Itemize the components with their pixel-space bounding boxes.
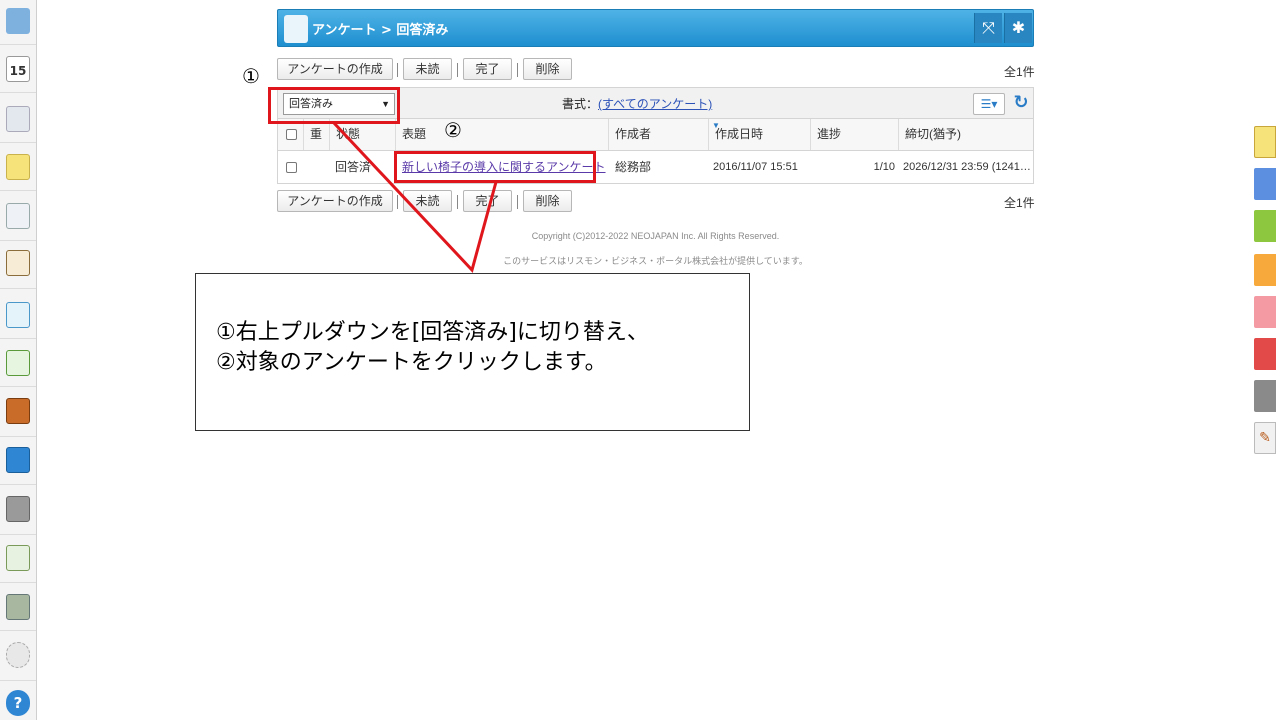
column-header-title[interactable]: 表題 (396, 119, 609, 150)
dock-divider (0, 582, 36, 583)
facility-icon[interactable] (6, 106, 30, 132)
table-row: 回答済 新しい椅子の導入に関するアンケート 総務部 2016/11/07 15:… (277, 151, 1034, 184)
done-button-bottom[interactable]: 完了 (463, 190, 512, 212)
marker-two: ② (444, 118, 462, 142)
calendar-icon[interactable]: 15 (6, 56, 30, 82)
dock-divider (0, 190, 36, 191)
format-link[interactable]: (すべてのアンケート) (598, 97, 712, 111)
toolbar-divider (517, 63, 518, 77)
instruction-callout: ①右上プルダウンを[回答済み]に切り替え、 ②対象のアンケートをクリックします。 (195, 273, 750, 431)
total-count: 全1件 (1004, 65, 1035, 79)
list-view-icon[interactable]: ☰▾ (973, 93, 1005, 115)
dock-divider (0, 680, 36, 681)
column-header-created-label: 作成日時 (715, 127, 764, 141)
format-filter: 書式：(すべてのアンケート) (562, 95, 712, 112)
refresh-icon[interactable]: ↻ (1012, 92, 1030, 114)
dock-divider (0, 386, 36, 387)
column-header-author[interactable]: 作成者 (609, 119, 709, 150)
green-tab[interactable] (1254, 210, 1276, 242)
dock-divider (0, 534, 36, 535)
photo-shortcut-icon[interactable] (6, 594, 30, 620)
column-header-progress[interactable]: 進捗 (811, 119, 899, 150)
page-title-bar: アンケート > 回答済み ⤧ ✱ (277, 9, 1034, 47)
marker-one: ① (242, 64, 260, 88)
fullscreen-icon[interactable]: ⤧ (974, 13, 1002, 43)
bulletin-icon[interactable] (6, 203, 30, 229)
app-dock: 15 ? (0, 0, 37, 720)
create-survey-button[interactable]: アンケートの作成 (277, 58, 393, 80)
app-shortcut-icon[interactable] (6, 545, 30, 571)
dock-divider (0, 92, 36, 93)
unread-button[interactable]: 未読 (403, 58, 452, 80)
gray-tab[interactable] (1254, 380, 1276, 412)
row-status: 回答済 (335, 160, 372, 174)
column-header-created[interactable]: ▼ 作成日時 (709, 119, 811, 150)
dock-divider (0, 436, 36, 437)
title-highlight-box (394, 151, 596, 183)
instruction-text: ①右上プルダウンを[回答済み]に切り替え、 ②対象のアンケートをクリックします。 (216, 318, 649, 378)
row-created: 2016/11/07 15:51 (713, 161, 798, 173)
delete-button[interactable]: 削除 (523, 58, 572, 80)
dock-divider (0, 240, 36, 241)
format-prefix: 書式： (562, 97, 599, 111)
sort-desc-icon: ▼ (712, 121, 720, 130)
create-survey-button-bottom[interactable]: アンケートの作成 (277, 190, 393, 212)
instruction-line-2: ②対象のアンケートをクリックします。 (216, 350, 607, 375)
red-tab[interactable] (1254, 338, 1276, 370)
workflow-icon[interactable] (6, 350, 30, 376)
blue-tab[interactable] (1254, 168, 1276, 200)
row-progress: 1/10 (873, 161, 895, 173)
breadcrumb: アンケート > 回答済み (312, 23, 449, 38)
unread-button-bottom[interactable]: 未読 (403, 190, 452, 212)
dock-divider (0, 630, 36, 631)
total-count-bottom: 全1件 (1004, 196, 1035, 210)
toolbar-divider (397, 195, 398, 209)
gear-icon[interactable] (6, 642, 30, 668)
delete-button-bottom[interactable]: 削除 (523, 190, 572, 212)
dock-divider (0, 142, 36, 143)
dock-divider (0, 288, 36, 289)
toolbar-divider (517, 195, 518, 209)
row-deadline: 2026/12/31 23:59 (1241… (903, 161, 1031, 173)
gear-icon[interactable]: ✱ (1004, 13, 1032, 43)
dock-divider (0, 484, 36, 485)
clipboard-icon[interactable] (6, 250, 30, 276)
pencil-icon[interactable]: ✎ (1254, 422, 1276, 454)
survey-icon (284, 15, 308, 43)
pink-tab[interactable] (1254, 296, 1276, 328)
survey-icon[interactable] (6, 302, 30, 328)
help-icon[interactable]: ? (6, 690, 30, 716)
folder-icon[interactable] (6, 496, 30, 522)
done-button[interactable]: 完了 (463, 58, 512, 80)
column-header-deadline[interactable]: 締切(猶予) (899, 119, 1034, 150)
cabinet-icon[interactable] (6, 398, 30, 424)
dock-divider (0, 338, 36, 339)
memo-icon[interactable] (6, 154, 30, 180)
toolbar-divider (457, 195, 458, 209)
toolbar-divider (457, 63, 458, 77)
calendar-day-label: 15 (9, 64, 27, 78)
sticky-note-tab[interactable] (1254, 126, 1276, 158)
provider-text: このサービスはリスモン・ビジネス・ポータル株式会社が提供しています。 (503, 256, 808, 266)
row-checkbox[interactable] (286, 162, 297, 173)
dock-divider (0, 44, 36, 45)
neo-icon[interactable] (6, 447, 30, 473)
select-all-checkbox[interactable] (286, 129, 297, 140)
portal-icon[interactable] (6, 8, 30, 34)
orange-tab[interactable] (1254, 254, 1276, 286)
toolbar-divider (397, 63, 398, 77)
row-author: 総務部 (615, 160, 652, 174)
instruction-line-1: ①右上プルダウンを[回答済み]に切り替え、 (216, 320, 649, 345)
copyright-text: Copyright (C)2012-2022 NEOJAPAN Inc. All… (531, 231, 780, 241)
dropdown-highlight-box (268, 87, 400, 124)
